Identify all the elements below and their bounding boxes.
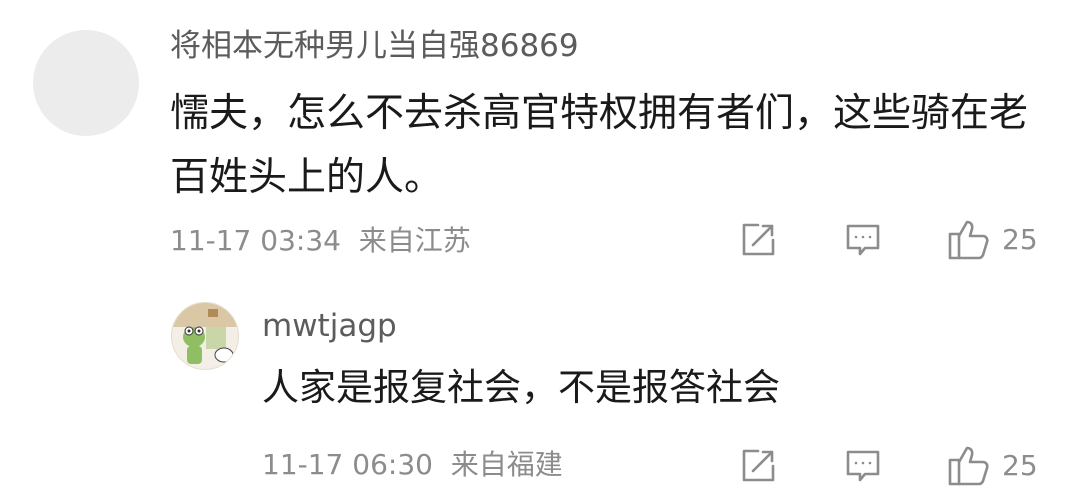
thumbs-up-icon xyxy=(946,442,992,488)
avatar[interactable] xyxy=(171,302,239,370)
share-icon xyxy=(738,446,778,486)
comment-username[interactable]: 将相本无种男儿当自强86869 xyxy=(170,26,579,66)
reply-location: 来自福建 xyxy=(450,448,563,481)
reply-icon xyxy=(843,220,883,260)
like-count: 25 xyxy=(1002,222,1038,256)
reply-button[interactable] xyxy=(843,220,883,260)
reply-button[interactable] xyxy=(843,446,883,486)
comment-text: 懦夫，怎么不去杀高官特权拥有者们，这些骑在老百姓头上的人。 xyxy=(170,91,1029,200)
reply-username[interactable]: mwtjagp xyxy=(262,306,397,346)
like-count: 25 xyxy=(1002,448,1038,482)
reply-text: 人家是报复社会，不是报答社会 xyxy=(262,366,780,409)
share-icon xyxy=(738,220,778,260)
comment-location: 来自江苏 xyxy=(358,224,471,257)
share-button[interactable] xyxy=(738,446,778,486)
comment-date: 11-17 03:34 xyxy=(170,224,341,257)
comment-meta: 11-17 03:34 来自江苏 xyxy=(170,221,471,261)
reply-date: 11-17 06:30 xyxy=(262,448,433,481)
share-button[interactable] xyxy=(738,220,778,260)
like-button[interactable]: 25 xyxy=(946,216,1038,262)
reply-meta: 11-17 06:30 来自福建 xyxy=(262,445,563,485)
avatar[interactable] xyxy=(33,30,139,136)
thumbs-up-icon xyxy=(946,216,992,262)
like-button[interactable]: 25 xyxy=(946,442,1038,488)
reply-icon xyxy=(843,446,883,486)
